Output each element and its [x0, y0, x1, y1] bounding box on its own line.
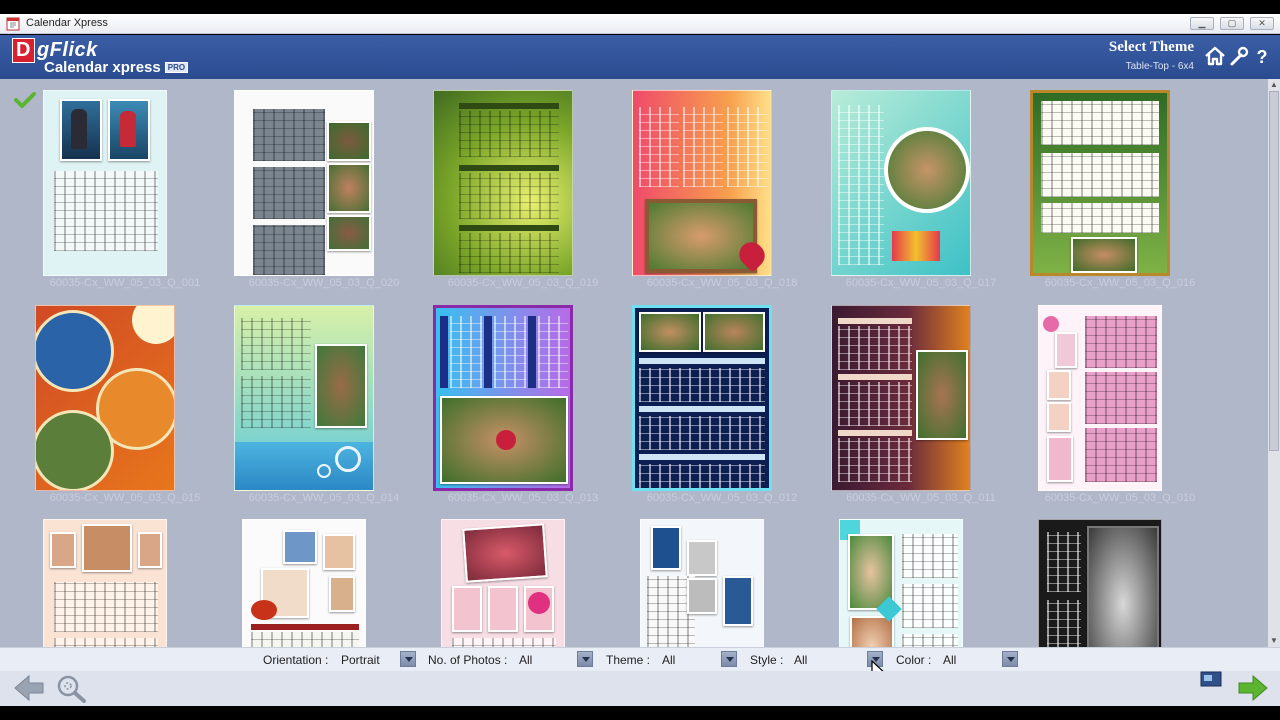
- wrench-icon[interactable]: [1228, 45, 1250, 67]
- theme-caption: 60035-Cx_WW_05_03_Q_015: [49, 492, 201, 504]
- theme-thumbnail: [43, 519, 167, 647]
- theme-caption: 60035-Cx_WW_05_03_Q_019: [447, 277, 599, 289]
- zoom-icon[interactable]: [54, 673, 88, 703]
- page-subtitle: Table-Top - 6x4: [1125, 61, 1194, 72]
- color-select[interactable]: All: [943, 653, 956, 667]
- orientation-label: Orientation :: [263, 653, 329, 667]
- theme-tile[interactable]: [821, 509, 981, 647]
- selected-check-icon: [14, 92, 36, 108]
- pro-badge: PRO: [164, 62, 189, 73]
- theme-tile[interactable]: 60035-Cx_WW_05_03_Q_015: [25, 295, 200, 504]
- theme-tile[interactable]: 60035-Cx_WW_05_03_Q_020: [224, 80, 399, 289]
- orientation-select[interactable]: Portrait: [341, 653, 380, 667]
- theme-thumbnail: [234, 305, 374, 491]
- theme-tile[interactable]: 60035-Cx_WW_05_03_Q_010: [1020, 295, 1195, 504]
- maximize-button[interactable]: ▢: [1220, 17, 1244, 30]
- app-header: DgFlick Calendar xpress PRO Select Theme …: [0, 35, 1280, 79]
- back-arrow-icon[interactable]: [12, 673, 46, 703]
- theme-caption: 60035-Cx_WW_05_03_Q_012: [646, 492, 798, 504]
- theme-tile[interactable]: [423, 509, 583, 647]
- theme-caption: 60035-Cx_WW_05_03_Q_020: [248, 277, 400, 289]
- theme-tile[interactable]: [622, 509, 782, 647]
- minimize-button[interactable]: ▁: [1190, 17, 1214, 30]
- photos-label: No. of Photos :: [428, 653, 508, 667]
- theme-label: Theme :: [606, 653, 651, 667]
- theme-thumbnail: [831, 305, 971, 491]
- theme-tile[interactable]: 60035-Cx_WW_05_03_Q_012: [622, 295, 797, 504]
- scroll-up-icon[interactable]: ▲: [1268, 79, 1280, 91]
- theme-thumbnail: [831, 90, 971, 276]
- app-window: Calendar Xpress ▁ ▢ ✕ DgFlick Calendar x…: [0, 0, 1280, 720]
- window-title: Calendar Xpress: [26, 17, 108, 29]
- theme-caption: 60035-Cx_WW_05_03_Q_014: [248, 492, 400, 504]
- page-title: Select Theme: [1108, 39, 1194, 55]
- scrollbar-thumb[interactable]: [1269, 91, 1279, 451]
- theme-thumbnail: [242, 519, 366, 647]
- svg-text:?: ?: [1257, 47, 1268, 67]
- theme-thumbnail: [1030, 90, 1170, 276]
- theme-tile[interactable]: 60035-Cx_WW_05_03_Q_019: [423, 80, 598, 289]
- theme-thumbnail: [839, 519, 963, 647]
- theme-tile[interactable]: 60035-Cx_WW_05_03_Q_016: [1020, 80, 1195, 289]
- theme-thumbnail: [632, 90, 772, 276]
- theme-thumbnail: [234, 90, 374, 276]
- theme-thumbnail: [43, 90, 167, 276]
- theme-thumbnail: [1038, 519, 1162, 647]
- theme-caption: 60035-Cx_WW_05_03_Q_011: [846, 492, 996, 504]
- orientation-dropdown-icon[interactable]: [400, 651, 416, 667]
- theme-dropdown-icon[interactable]: [721, 651, 737, 667]
- photos-dropdown-icon[interactable]: [577, 651, 593, 667]
- next-arrow-icon[interactable]: [1236, 673, 1270, 703]
- theme-caption: 60035-Cx_WW_05_03_Q_016: [1044, 277, 1196, 289]
- photos-select[interactable]: All: [519, 653, 532, 667]
- theme-thumbnail: [433, 305, 573, 491]
- window-titlebar[interactable]: Calendar Xpress ▁ ▢ ✕: [0, 14, 1280, 34]
- bottom-letterbox: [0, 706, 1280, 720]
- theme-tile[interactable]: 60035-Cx_WW_05_03_Q_014: [224, 295, 399, 504]
- close-button[interactable]: ✕: [1250, 17, 1274, 30]
- theme-caption: 60035-Cx_WW_05_03_Q_010: [1044, 492, 1196, 504]
- theme-tile[interactable]: [25, 509, 185, 647]
- home-icon[interactable]: [1204, 45, 1226, 67]
- theme-caption: 60035-Cx_WW_05_03_Q_001: [49, 277, 201, 289]
- theme-tile[interactable]: 60035-Cx_WW_05_03_Q_013: [423, 295, 598, 504]
- theme-thumbnail: [640, 519, 764, 647]
- style-select[interactable]: All: [794, 653, 807, 667]
- help-icon[interactable]: ?: [1251, 45, 1273, 67]
- theme-thumbnail: [632, 305, 772, 491]
- theme-tile[interactable]: 60035-Cx_WW_05_03_Q_001: [25, 80, 200, 289]
- top-letterbox: [0, 0, 1280, 14]
- theme-tile[interactable]: 60035-Cx_WW_05_03_Q_011: [821, 295, 996, 504]
- theme-thumbnail: [1038, 305, 1162, 491]
- color-dropdown-icon[interactable]: [1002, 651, 1018, 667]
- theme-tile[interactable]: 60035-Cx_WW_05_03_Q_017: [821, 80, 996, 289]
- style-label: Style :: [750, 653, 784, 667]
- filter-bar: Orientation : Portrait No. of Photos : A…: [0, 647, 1280, 686]
- product-name: Calendar xpress PRO: [44, 59, 189, 76]
- theme-thumbnail: [433, 90, 573, 276]
- scroll-down-icon[interactable]: ▼: [1268, 635, 1280, 647]
- theme-thumbnail: [35, 305, 175, 491]
- theme-tile[interactable]: [224, 509, 384, 647]
- theme-caption: 60035-Cx_WW_05_03_Q_013: [447, 492, 599, 504]
- theme-gallery: 60035-Cx_WW_05_03_Q_001 60035-Cx_WW_05_0…: [0, 79, 1268, 647]
- color-label: Color :: [896, 653, 932, 667]
- vertical-scrollbar[interactable]: ▲ ▼: [1268, 79, 1280, 647]
- theme-tile[interactable]: [1020, 509, 1180, 647]
- theme-tile[interactable]: 60035-Cx_WW_05_03_Q_018: [622, 80, 797, 289]
- small-screen-icon[interactable]: [1200, 671, 1222, 687]
- navigation-bar: [0, 671, 1280, 706]
- app-icon: [6, 17, 20, 31]
- theme-select[interactable]: All: [662, 653, 675, 667]
- theme-caption: 60035-Cx_WW_05_03_Q_018: [646, 277, 798, 289]
- theme-thumbnail: [441, 519, 565, 647]
- theme-caption: 60035-Cx_WW_05_03_Q_017: [845, 277, 997, 289]
